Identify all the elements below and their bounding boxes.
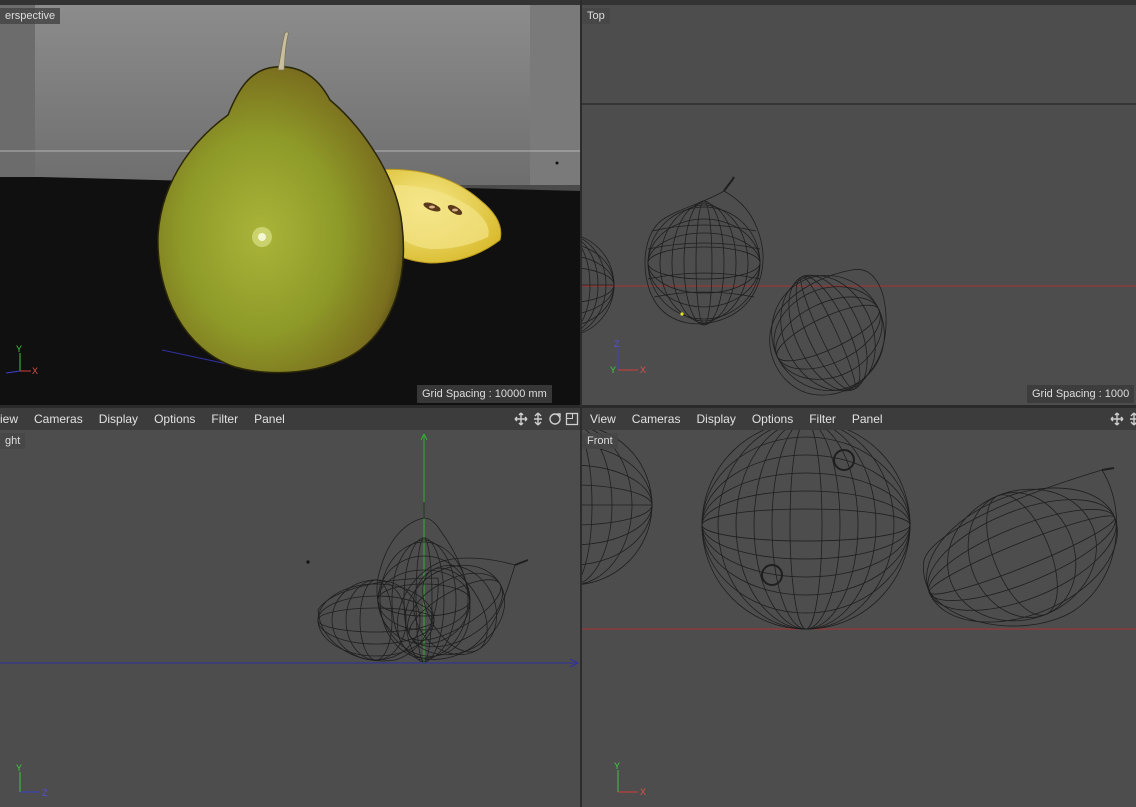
pear-half-wireframe-top[interactable] bbox=[753, 257, 904, 405]
front-viewport[interactable]: Front Y X bbox=[582, 430, 1136, 807]
pear-wireframe-front[interactable] bbox=[701, 430, 911, 630]
axis-gizmo: Y X bbox=[5, 344, 38, 376]
menu-options[interactable]: Options bbox=[752, 408, 793, 430]
grid-spacing-label: Grid Spacing : 10000 mm bbox=[417, 385, 552, 403]
menu-display[interactable]: Display bbox=[696, 408, 735, 430]
axis-y-label: Y bbox=[16, 764, 22, 773]
axis-z-label: Z bbox=[614, 339, 620, 349]
axis-y-label: Y bbox=[614, 761, 620, 771]
menu-panel[interactable]: Panel bbox=[254, 408, 285, 430]
menu-cameras[interactable]: Cameras bbox=[632, 408, 681, 430]
axis-x-label: X bbox=[640, 365, 646, 375]
rotate-view-icon[interactable] bbox=[548, 412, 562, 426]
front-scene bbox=[582, 430, 1136, 648]
axis-gizmo: Y X bbox=[614, 761, 646, 797]
move-view-icon[interactable] bbox=[1110, 412, 1124, 426]
right-scene bbox=[0, 433, 579, 672]
perspective-scene bbox=[0, 5, 580, 405]
maximize-view-icon[interactable] bbox=[565, 412, 579, 426]
right-viewport-menubar: iew Cameras Display Options Filter Panel bbox=[0, 407, 580, 431]
menu-filter[interactable]: Filter bbox=[211, 408, 238, 430]
menu-options[interactable]: Options bbox=[154, 408, 195, 430]
pear-wireframe-top[interactable] bbox=[644, 176, 764, 326]
grid-spacing-label: Grid Spacing : 1000 bbox=[1027, 385, 1135, 403]
axis-gizmo: Z Y X bbox=[610, 339, 646, 375]
viewport-label: erspective bbox=[0, 8, 61, 24]
menu-view[interactable]: View bbox=[590, 408, 616, 430]
move-view-icon[interactable] bbox=[514, 412, 528, 426]
sphere-wireframe[interactable] bbox=[582, 233, 615, 337]
menu-display[interactable]: Display bbox=[99, 408, 138, 430]
viewport-divider bbox=[580, 0, 582, 807]
perspective-viewport[interactable]: erspective Grid Spacing : 10000 mm Y X bbox=[0, 5, 580, 405]
menu-panel[interactable]: Panel bbox=[852, 408, 883, 430]
axis-x-label: X bbox=[640, 787, 646, 797]
menu-filter[interactable]: Filter bbox=[809, 408, 836, 430]
viewport-label: Top bbox=[582, 8, 610, 24]
front-viewport-menubar: View Cameras Display Options Filter Pane… bbox=[582, 407, 1136, 431]
zoom-view-icon[interactable] bbox=[1127, 412, 1136, 426]
axis-gizmo: Y Z bbox=[16, 764, 48, 798]
pear-half-wireframe-front[interactable] bbox=[907, 462, 1136, 648]
sphere-wireframe[interactable] bbox=[582, 430, 653, 585]
axis-z-label: Z bbox=[42, 788, 48, 798]
menu-view[interactable]: iew bbox=[0, 408, 18, 430]
right-viewport[interactable]: ght Y Z bbox=[0, 430, 580, 807]
axis-y-label: Y bbox=[16, 344, 22, 354]
menu-cameras[interactable]: Cameras bbox=[34, 408, 83, 430]
viewport-label: Front bbox=[582, 433, 618, 449]
top-strip bbox=[0, 0, 1136, 5]
viewport-label: ght bbox=[0, 433, 26, 449]
top-viewport[interactable]: Top Grid Spacing : 1000 Z Y X bbox=[582, 5, 1136, 405]
axis-x-label: X bbox=[32, 366, 38, 376]
pears-wireframe-side[interactable] bbox=[317, 502, 529, 672]
axis-y-label: Y bbox=[610, 365, 616, 375]
zoom-view-icon[interactable] bbox=[531, 412, 545, 426]
